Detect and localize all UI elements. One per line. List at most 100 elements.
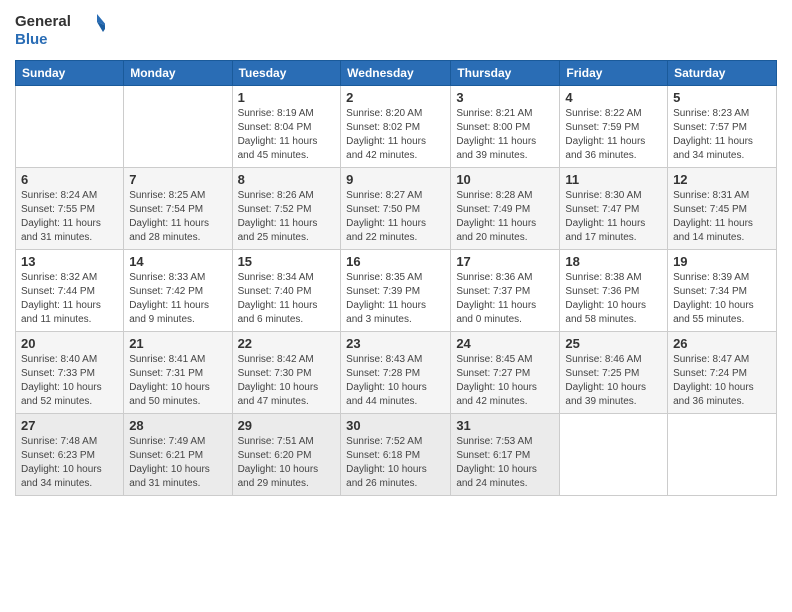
- weekday-header-saturday: Saturday: [668, 61, 777, 86]
- calendar-week-5: 27 Sunrise: 7:48 AM Sunset: 6:23 PM Dayli…: [16, 414, 777, 496]
- day-number: 12: [673, 172, 771, 187]
- logo-svg: General Blue: [15, 10, 105, 52]
- day-info: Sunrise: 8:41 AM Sunset: 7:31 PM Dayligh…: [129, 353, 226, 409]
- calendar-cell: 14 Sunrise: 8:33 AM Sunset: 7:42 PM Dayli…: [124, 250, 232, 332]
- day-number: 5: [673, 90, 771, 105]
- day-info: Sunrise: 8:36 AM Sunset: 7:37 PM Dayligh…: [456, 271, 554, 327]
- day-info: Sunrise: 8:39 AM Sunset: 7:34 PM Dayligh…: [673, 271, 771, 327]
- calendar-cell: 3 Sunrise: 8:21 AM Sunset: 8:00 PM Daylig…: [451, 86, 560, 168]
- day-info: Sunrise: 8:38 AM Sunset: 7:36 PM Dayligh…: [565, 271, 662, 327]
- day-number: 6: [21, 172, 118, 187]
- calendar-cell: 2Sunrise: 8:20 AM Sunset: 8:02 PM Daylig…: [341, 86, 451, 168]
- calendar-cell: 22 Sunrise: 8:42 AM Sunset: 7:30 PM Dayli…: [232, 332, 341, 414]
- weekday-header-monday: Monday: [124, 61, 232, 86]
- calendar-cell: [560, 414, 668, 496]
- calendar-header-row: SundayMondayTuesdayWednesdayThursdayFrid…: [16, 61, 777, 86]
- calendar-cell: 30 Sunrise: 7:52 AM Sunset: 6:18 PM Dayli…: [341, 414, 451, 496]
- day-number: 9: [346, 172, 445, 187]
- day-info: Sunrise: 8:40 AM Sunset: 7:33 PM Dayligh…: [21, 353, 118, 409]
- day-number: 8: [238, 172, 336, 187]
- day-info: Sunrise: 8:33 AM Sunset: 7:42 PM Dayligh…: [129, 271, 226, 327]
- day-number: 21: [129, 336, 226, 351]
- day-number: 26: [673, 336, 771, 351]
- day-number: 13: [21, 254, 118, 269]
- day-number: 1: [238, 90, 336, 105]
- svg-text:Blue: Blue: [15, 31, 48, 48]
- day-number: 30: [346, 418, 445, 433]
- calendar-cell: 21 Sunrise: 8:41 AM Sunset: 7:31 PM Dayli…: [124, 332, 232, 414]
- calendar-cell: 11 Sunrise: 8:30 AM Sunset: 7:47 PM Dayli…: [560, 168, 668, 250]
- day-info: Sunrise: 7:51 AM Sunset: 6:20 PM Dayligh…: [238, 435, 336, 491]
- day-number: 10: [456, 172, 554, 187]
- weekday-header-tuesday: Tuesday: [232, 61, 341, 86]
- day-number: 31: [456, 418, 554, 433]
- day-info: Sunrise: 8:26 AM Sunset: 7:52 PM Dayligh…: [238, 189, 336, 245]
- day-number: 7: [129, 172, 226, 187]
- calendar-cell: 16 Sunrise: 8:35 AM Sunset: 7:39 PM Dayli…: [341, 250, 451, 332]
- day-number: 11: [565, 172, 662, 187]
- calendar-cell: [124, 86, 232, 168]
- day-info: Sunrise: 8:35 AM Sunset: 7:39 PM Dayligh…: [346, 271, 445, 327]
- weekday-header-thursday: Thursday: [451, 61, 560, 86]
- day-number: 18: [565, 254, 662, 269]
- calendar-cell: 10 Sunrise: 8:28 AM Sunset: 7:49 PM Dayli…: [451, 168, 560, 250]
- day-number: 20: [21, 336, 118, 351]
- day-number: 17: [456, 254, 554, 269]
- day-number: 27: [21, 418, 118, 433]
- day-info: Sunrise: 8:27 AM Sunset: 7:50 PM Dayligh…: [346, 189, 445, 245]
- calendar-cell: [16, 86, 124, 168]
- calendar-cell: 12Sunrise: 8:31 AM Sunset: 7:45 PM Dayli…: [668, 168, 777, 250]
- day-number: 15: [238, 254, 336, 269]
- header: General Blue: [15, 10, 777, 52]
- calendar-week-2: 6 Sunrise: 8:24 AM Sunset: 7:55 PM Daylig…: [16, 168, 777, 250]
- day-number: 4: [565, 90, 662, 105]
- calendar-cell: 1Sunrise: 8:19 AM Sunset: 8:04 PM Daylig…: [232, 86, 341, 168]
- day-info: Sunrise: 7:52 AM Sunset: 6:18 PM Dayligh…: [346, 435, 445, 491]
- day-number: 25: [565, 336, 662, 351]
- day-info: Sunrise: 8:22 AM Sunset: 7:59 PM Dayligh…: [565, 107, 662, 163]
- calendar-table: SundayMondayTuesdayWednesdayThursdayFrid…: [15, 60, 777, 496]
- day-info: Sunrise: 8:43 AM Sunset: 7:28 PM Dayligh…: [346, 353, 445, 409]
- calendar-cell: 26 Sunrise: 8:47 AM Sunset: 7:24 PM Dayli…: [668, 332, 777, 414]
- calendar-cell: 17 Sunrise: 8:36 AM Sunset: 7:37 PM Dayli…: [451, 250, 560, 332]
- calendar-cell: 31 Sunrise: 7:53 AM Sunset: 6:17 PM Dayli…: [451, 414, 560, 496]
- day-number: 16: [346, 254, 445, 269]
- day-number: 19: [673, 254, 771, 269]
- day-info: Sunrise: 8:46 AM Sunset: 7:25 PM Dayligh…: [565, 353, 662, 409]
- day-info: Sunrise: 8:21 AM Sunset: 8:00 PM Dayligh…: [456, 107, 554, 163]
- day-info: Sunrise: 7:48 AM Sunset: 6:23 PM Dayligh…: [21, 435, 118, 491]
- day-info: Sunrise: 8:24 AM Sunset: 7:55 PM Dayligh…: [21, 189, 118, 245]
- day-info: Sunrise: 8:25 AM Sunset: 7:54 PM Dayligh…: [129, 189, 226, 245]
- calendar-week-4: 20 Sunrise: 8:40 AM Sunset: 7:33 PM Dayli…: [16, 332, 777, 414]
- calendar-cell: 4 Sunrise: 8:22 AM Sunset: 7:59 PM Daylig…: [560, 86, 668, 168]
- logo: General Blue: [15, 10, 105, 52]
- weekday-header-friday: Friday: [560, 61, 668, 86]
- day-info: Sunrise: 8:42 AM Sunset: 7:30 PM Dayligh…: [238, 353, 336, 409]
- calendar-cell: [668, 414, 777, 496]
- calendar-cell: 13Sunrise: 8:32 AM Sunset: 7:44 PM Dayli…: [16, 250, 124, 332]
- day-info: Sunrise: 7:53 AM Sunset: 6:17 PM Dayligh…: [456, 435, 554, 491]
- day-number: 14: [129, 254, 226, 269]
- calendar-cell: 15 Sunrise: 8:34 AM Sunset: 7:40 PM Dayli…: [232, 250, 341, 332]
- day-number: 28: [129, 418, 226, 433]
- calendar-cell: 28 Sunrise: 7:49 AM Sunset: 6:21 PM Dayli…: [124, 414, 232, 496]
- page: General Blue SundayMondayTuesdayWednesda…: [0, 0, 792, 511]
- day-info: Sunrise: 8:20 AM Sunset: 8:02 PM Dayligh…: [346, 107, 445, 163]
- calendar-cell: 25 Sunrise: 8:46 AM Sunset: 7:25 PM Dayli…: [560, 332, 668, 414]
- day-info: Sunrise: 8:47 AM Sunset: 7:24 PM Dayligh…: [673, 353, 771, 409]
- calendar-cell: 27 Sunrise: 7:48 AM Sunset: 6:23 PM Dayli…: [16, 414, 124, 496]
- calendar-cell: 8 Sunrise: 8:26 AM Sunset: 7:52 PM Daylig…: [232, 168, 341, 250]
- calendar-cell: 6 Sunrise: 8:24 AM Sunset: 7:55 PM Daylig…: [16, 168, 124, 250]
- day-number: 3: [456, 90, 554, 105]
- weekday-header-wednesday: Wednesday: [341, 61, 451, 86]
- day-info: Sunrise: 7:49 AM Sunset: 6:21 PM Dayligh…: [129, 435, 226, 491]
- weekday-header-sunday: Sunday: [16, 61, 124, 86]
- svg-text:General: General: [15, 13, 71, 30]
- calendar-week-3: 13Sunrise: 8:32 AM Sunset: 7:44 PM Dayli…: [16, 250, 777, 332]
- day-info: Sunrise: 8:34 AM Sunset: 7:40 PM Dayligh…: [238, 271, 336, 327]
- day-info: Sunrise: 8:28 AM Sunset: 7:49 PM Dayligh…: [456, 189, 554, 245]
- day-number: 22: [238, 336, 336, 351]
- calendar-week-1: 1Sunrise: 8:19 AM Sunset: 8:04 PM Daylig…: [16, 86, 777, 168]
- day-info: Sunrise: 8:30 AM Sunset: 7:47 PM Dayligh…: [565, 189, 662, 245]
- calendar-cell: 29Sunrise: 7:51 AM Sunset: 6:20 PM Dayli…: [232, 414, 341, 496]
